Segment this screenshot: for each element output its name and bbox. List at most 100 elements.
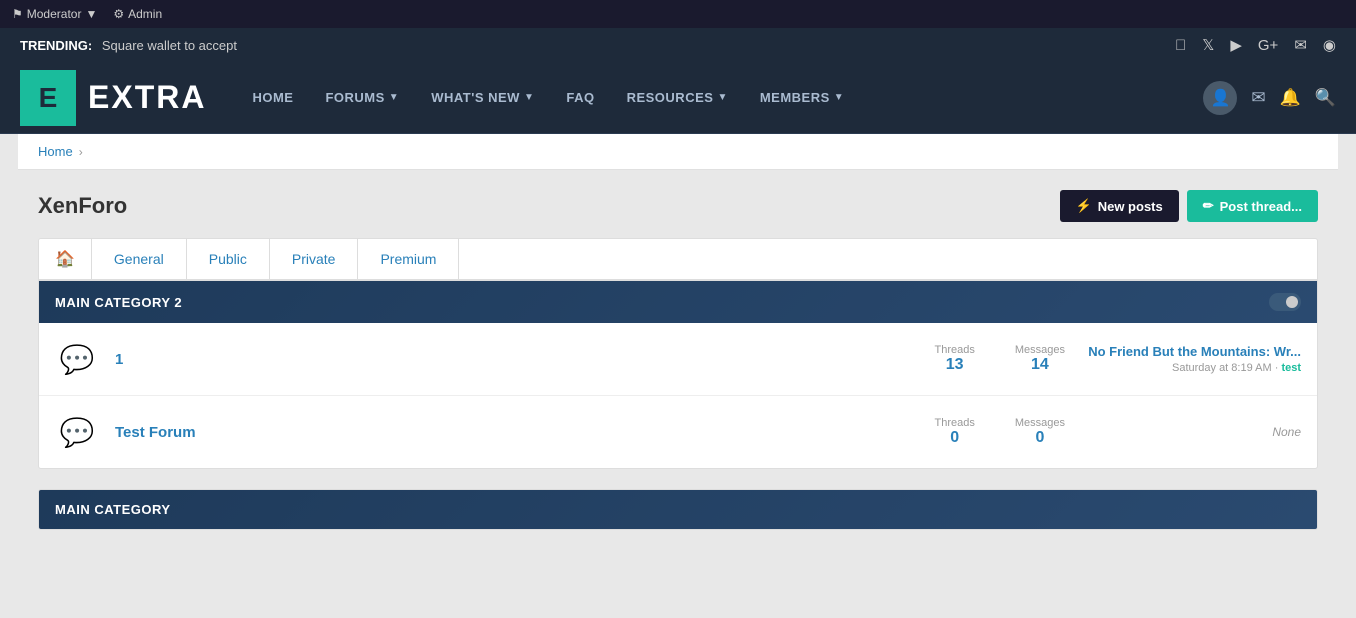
post-thread-button[interactable]: ✏ Post thread... xyxy=(1187,190,1318,222)
last-post-none-2: None xyxy=(1272,425,1301,439)
stat-threads-1: Threads 13 xyxy=(935,344,975,374)
forum-name-2[interactable]: Test Forum xyxy=(115,424,196,441)
trending-text: Square wallet to accept xyxy=(102,38,237,53)
moderator-arrow: ▼ xyxy=(85,7,97,21)
logo-text: EXTRA xyxy=(88,79,206,116)
nav-home-label: HOME xyxy=(252,90,293,105)
tab-home[interactable]: 🏠 xyxy=(39,239,92,279)
trending-bar: TRENDING: Square wallet to accept  𝕏 ▶ … xyxy=(0,28,1356,62)
admin-gear-icon: ⚙ xyxy=(113,7,124,21)
stat-threads-2: Threads 0 xyxy=(935,417,975,447)
stat-messages-1: Messages 14 xyxy=(1015,344,1065,374)
tab-general-label: General xyxy=(114,251,164,267)
threads-label-2: Threads xyxy=(935,417,975,429)
messages-label-1: Messages xyxy=(1015,344,1065,356)
youtube-icon[interactable]: ▶ xyxy=(1230,36,1242,54)
category-header-1: MAIN CATEGORY 2 xyxy=(39,281,1317,323)
logo-letter: E xyxy=(39,82,58,114)
nav-forums[interactable]: FORUMS ▼ xyxy=(311,82,413,113)
moderator-label: Moderator xyxy=(27,7,82,21)
category-title-2: MAIN CATEGORY xyxy=(55,502,171,517)
email-icon[interactable]: ✉ xyxy=(1294,36,1307,54)
post-thread-edit-icon: ✏ xyxy=(1203,198,1214,214)
tab-premium-label: Premium xyxy=(380,251,436,267)
nav-members[interactable]: MEMBERS ▼ xyxy=(746,82,858,113)
rss-icon[interactable]: ◉ xyxy=(1323,36,1336,54)
facebook-icon[interactable]:  xyxy=(1175,37,1186,54)
breadcrumb-home-link[interactable]: Home xyxy=(38,144,73,159)
forum-tabs: 🏠 General Public Private Premium xyxy=(38,238,1318,280)
content-wrapper: Home › XenForo ⚡ New posts ✏ Post thread… xyxy=(18,134,1338,550)
nav-resources[interactable]: RESOURCES ▼ xyxy=(613,82,742,113)
trending-label: TRENDING: xyxy=(20,38,92,53)
tab-private[interactable]: Private xyxy=(270,239,359,279)
tab-public[interactable]: Public xyxy=(187,239,270,279)
googleplus-icon[interactable]: G+ xyxy=(1258,37,1278,54)
forum-row-2: 💬 Test Forum Threads 0 Messages 0 None xyxy=(39,396,1317,468)
threads-label-1: Threads xyxy=(935,344,975,356)
category-block-2: MAIN CATEGORY xyxy=(38,489,1318,530)
category-toggle-1[interactable] xyxy=(1269,293,1301,311)
last-post-user-1[interactable]: test xyxy=(1281,362,1301,374)
nav-forums-label: FORUMS xyxy=(325,90,384,105)
main-nav: E EXTRA HOME FORUMS ▼ WHAT'S NEW ▼ FAQ R… xyxy=(0,62,1356,134)
forum-name-1[interactable]: 1 xyxy=(115,351,123,368)
admin-label: Admin xyxy=(128,7,162,21)
lightning-icon: ⚡ xyxy=(1076,198,1092,214)
last-post-1: No Friend But the Mountains: Wr... Satur… xyxy=(1081,344,1301,374)
tab-public-label: Public xyxy=(209,251,247,267)
nav-home[interactable]: HOME xyxy=(238,82,307,113)
home-tab-icon: 🏠 xyxy=(55,249,75,269)
nav-resources-label: RESOURCES xyxy=(627,90,714,105)
last-post-title-1[interactable]: No Friend But the Mountains: Wr... xyxy=(1081,344,1301,359)
alerts-icon[interactable]: 🔔 xyxy=(1280,88,1301,108)
category-block-1: MAIN CATEGORY 2 💬 1 Threads 13 Messages … xyxy=(38,280,1318,469)
last-post-meta-1: Saturday at 8:19 AM · test xyxy=(1081,362,1301,374)
threads-count-1: 13 xyxy=(946,356,964,374)
nav-faq[interactable]: FAQ xyxy=(552,82,608,113)
breadcrumb-separator: › xyxy=(79,145,83,159)
new-posts-button[interactable]: ⚡ New posts xyxy=(1060,190,1179,222)
category-title-1: MAIN CATEGORY 2 xyxy=(55,295,182,310)
admin-bar: ⚑ Moderator ▼ ⚙ Admin xyxy=(0,0,1356,28)
nav-whats-new[interactable]: WHAT'S NEW ▼ xyxy=(417,82,548,113)
logo-link[interactable]: E EXTRA xyxy=(20,70,206,126)
search-icon[interactable]: 🔍 xyxy=(1315,88,1336,108)
post-thread-label: Post thread... xyxy=(1220,199,1302,214)
admin-menu[interactable]: ⚙ Admin xyxy=(113,7,162,21)
forums-arrow-icon: ▼ xyxy=(389,92,399,103)
messages-icon[interactable]: ✉ xyxy=(1251,88,1265,108)
forum-row-1: 💬 1 Threads 13 Messages 14 No Friend But… xyxy=(39,323,1317,396)
forum-title: XenForo xyxy=(38,193,127,219)
nav-whats-new-label: WHAT'S NEW xyxy=(431,90,520,105)
breadcrumb: Home › xyxy=(18,134,1338,170)
stat-messages-2: Messages 0 xyxy=(1015,417,1065,447)
forum-actions: ⚡ New posts ✏ Post thread... xyxy=(1060,190,1318,222)
last-post-2: None xyxy=(1081,425,1301,439)
moderator-menu[interactable]: ⚑ Moderator ▼ xyxy=(12,7,97,21)
forum-header-row: XenForo ⚡ New posts ✏ Post thread... xyxy=(38,190,1318,222)
logo-box: E xyxy=(20,70,76,126)
forum-icon-active-1: 💬 xyxy=(55,337,99,381)
nav-right: 👤 ✉ 🔔 🔍 xyxy=(1203,81,1336,115)
messages-count-2: 0 xyxy=(1035,429,1044,447)
nav-links: HOME FORUMS ▼ WHAT'S NEW ▼ FAQ RESOURCES… xyxy=(238,82,1203,113)
threads-count-2: 0 xyxy=(950,429,959,447)
main-content: XenForo ⚡ New posts ✏ Post thread... 🏠 G… xyxy=(18,170,1338,550)
category-header-2: MAIN CATEGORY xyxy=(39,490,1317,529)
forum-info-2: Test Forum xyxy=(115,424,919,441)
moderator-icon: ⚑ xyxy=(12,7,23,21)
avatar[interactable]: 👤 xyxy=(1203,81,1237,115)
nav-faq-label: FAQ xyxy=(566,90,594,105)
tab-general[interactable]: General xyxy=(92,239,187,279)
trending-content: TRENDING: Square wallet to accept xyxy=(20,38,237,53)
forum-stats-2: Threads 0 Messages 0 xyxy=(935,417,1066,447)
twitter-icon[interactable]: 𝕏 xyxy=(1202,36,1214,54)
whats-new-arrow-icon: ▼ xyxy=(524,92,534,103)
messages-label-2: Messages xyxy=(1015,417,1065,429)
messages-count-1: 14 xyxy=(1031,356,1049,374)
social-icons:  𝕏 ▶ G+ ✉ ◉ xyxy=(1175,36,1336,54)
tab-premium[interactable]: Premium xyxy=(358,239,459,279)
forum-icon-inactive-2: 💬 xyxy=(55,410,99,454)
forum-stats-1: Threads 13 Messages 14 xyxy=(935,344,1066,374)
